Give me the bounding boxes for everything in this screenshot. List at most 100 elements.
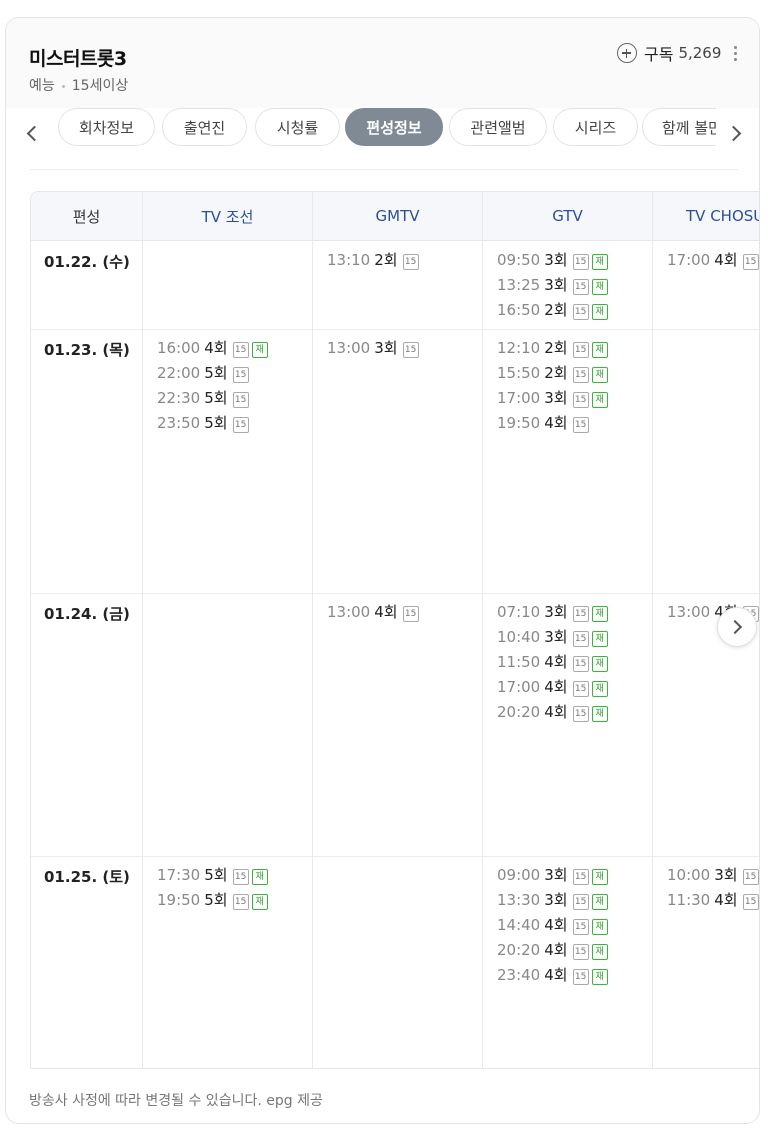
tab-recommended[interactable]: 함께 볼만한	[642, 108, 716, 146]
airing-slot[interactable]: 15:50 2회 15 재	[497, 364, 657, 389]
airing-time: 13:25	[497, 276, 541, 294]
schedule-row: 01.24. (금) 13:00 4회 15 07:10 3회 15 재 10:40 3회 15 재 1…	[31, 593, 759, 857]
age-15-badge: 15	[232, 869, 249, 885]
airing-slot[interactable]: 19:50 5회 15 재	[157, 891, 317, 916]
rerun-badge: 재	[251, 342, 268, 358]
airing-slot[interactable]: 17:004회15재	[667, 251, 759, 276]
schedule-cell: 12:10 2회 15 재 15:50 2회 15 재 17:00 3회 15 재 19:50 4회 15	[497, 339, 657, 439]
airing-time: 15:50	[497, 364, 541, 382]
column-header-schedule: 편성	[72, 207, 101, 226]
airing-slot[interactable]: 19:50 4회 15	[497, 414, 657, 439]
age-15-badge: 15	[572, 919, 589, 935]
episode-number: 4회	[714, 251, 738, 269]
airing-slot[interactable]: 16:00 4회 15 재	[157, 339, 317, 364]
tab-next-arrow-icon[interactable]	[725, 125, 742, 142]
airing-slot[interactable]: 13:00 3회 15	[327, 339, 487, 364]
airing-slot[interactable]: 16:50 2회 15 재	[497, 301, 657, 326]
airing-time: 09:50	[497, 251, 541, 269]
age-15-badge: 15	[572, 969, 589, 985]
airing-slot[interactable]: 10:40 3회 15 재	[497, 628, 657, 653]
airing-slot[interactable]: 12:10 2회 15 재	[497, 339, 657, 364]
airing-slot[interactable]: 13:30 3회 15 재	[497, 891, 657, 916]
schedule-date: 01.24. (금)	[44, 605, 130, 623]
schedule-table: 편성 TV 조선 GMTV GTV TV CHOSUN2 01.22. (수) 1…	[30, 191, 759, 1069]
rerun-badge: 재	[591, 392, 608, 408]
episode-number: 3회	[544, 603, 568, 621]
airing-slot[interactable]: 14:40 4회 15 재	[497, 916, 657, 941]
tab-cast[interactable]: 출연진	[162, 108, 247, 146]
program-title[interactable]: 미스터트롯3	[29, 44, 127, 71]
airing-slot[interactable]: 17:00 3회 15 재	[497, 389, 657, 414]
schedule-cell: 13:10 2회 15	[327, 251, 487, 276]
airing-slot[interactable]: 13:10 2회 15	[327, 251, 487, 276]
tab-series[interactable]: 시리즈	[553, 108, 638, 146]
schedule-cell: 16:00 4회 15 재 22:00 5회 15 22:30 5회 15 23:50 5회 15	[157, 339, 317, 439]
tab-schedule[interactable]: 편성정보	[345, 108, 443, 146]
airing-slot[interactable]: 11:304회15재	[667, 891, 759, 916]
airing-time: 10:40	[497, 628, 541, 646]
column-header-channel: TV CHOSUN2	[686, 207, 759, 225]
tab-list: 회차정보 출연진 시청률 편성정보 관련앨범 시리즈 함께 볼만한	[56, 108, 716, 152]
airing-time: 13:00	[327, 339, 371, 357]
more-options-icon[interactable]	[733, 46, 739, 66]
age-rating-label: 15세이상	[71, 78, 129, 94]
age-15-badge: 15	[742, 894, 759, 910]
program-card: 미스터트롯3 예능 15세이상 구독 5,269 회차정보 출연진 시청률 편성정…	[5, 17, 760, 1124]
airing-slot[interactable]: 10:003회15재	[667, 866, 759, 891]
airing-slot[interactable]: 23:40 4회 15 재	[497, 966, 657, 991]
airing-time: 20:20	[497, 703, 541, 721]
episode-number: 5회	[204, 891, 228, 909]
rerun-badge: 재	[591, 919, 608, 935]
age-15-badge: 15	[572, 869, 589, 885]
airing-slot[interactable]: 22:00 5회 15	[157, 364, 317, 389]
airing-slot[interactable]: 17:004회15재	[497, 678, 657, 703]
schedule-row: 01.25. (토) 17:30 5회 15 재 19:50 5회 15 재 09:00 3회 15 재…	[31, 856, 759, 1068]
airing-time: 13:00	[667, 603, 711, 621]
airing-slot[interactable]: 09:00 3회 15 재	[497, 866, 657, 891]
age-15-badge: 15	[572, 656, 589, 672]
subscribe-button[interactable]: 구독 5,269	[617, 41, 721, 65]
age-15-badge: 15	[402, 342, 419, 358]
age-15-badge: 15	[572, 706, 589, 722]
airing-time: 12:10	[497, 339, 541, 357]
rerun-badge: 재	[591, 254, 608, 270]
program-meta: 예능 15세이상	[29, 75, 128, 95]
age-15-badge: 15	[572, 367, 589, 383]
tab-episode-info[interactable]: 회차정보	[58, 108, 155, 146]
tab-album[interactable]: 관련앨범	[449, 108, 547, 146]
age-15-badge: 15	[232, 417, 249, 433]
schedule-date: 01.22. (수)	[44, 253, 130, 271]
airing-slot[interactable]: 07:10 3회 15 재	[497, 603, 657, 628]
airing-slot[interactable]: 13:00 4회 15	[327, 603, 487, 628]
age-15-badge: 15	[742, 869, 759, 885]
episode-number: 2회	[544, 301, 568, 319]
episode-number: 3회	[544, 628, 568, 646]
airing-time: 11:30	[667, 891, 711, 909]
age-15-badge: 15	[572, 681, 589, 697]
episode-number: 4회	[544, 703, 568, 721]
chevron-right-icon	[727, 619, 743, 635]
airing-slot[interactable]: 22:30 5회 15	[157, 389, 317, 414]
age-15-badge: 15	[572, 392, 589, 408]
episode-number: 2회	[544, 364, 568, 382]
table-next-button[interactable]	[717, 607, 757, 647]
plus-circle-icon	[617, 43, 637, 63]
tab-prev-arrow-icon[interactable]	[26, 125, 43, 142]
tab-ratings[interactable]: 시청률	[255, 108, 340, 146]
airing-slot[interactable]: 11:50 4회 15 재	[497, 653, 657, 678]
airing-time: 13:10	[327, 251, 371, 269]
rerun-badge: 재	[591, 869, 608, 885]
airing-slot[interactable]: 20:20 4회 15 재	[497, 703, 657, 728]
episode-number: 3회	[544, 389, 568, 407]
airing-slot[interactable]: 13:25 3회 15 재	[497, 276, 657, 301]
episode-number: 5회	[204, 414, 228, 432]
airing-slot[interactable]: 09:50 3회 15 재	[497, 251, 657, 276]
column-header-channel: GMTV	[375, 207, 420, 225]
episode-number: 3회	[544, 866, 568, 884]
episode-number: 2회	[544, 339, 568, 357]
airing-slot[interactable]: 17:30 5회 15 재	[157, 866, 317, 891]
episode-number: 4회	[544, 653, 568, 671]
episode-number: 4회	[544, 414, 568, 432]
airing-slot[interactable]: 20:20 4회 15 재	[497, 941, 657, 966]
airing-slot[interactable]: 23:50 5회 15	[157, 414, 317, 439]
